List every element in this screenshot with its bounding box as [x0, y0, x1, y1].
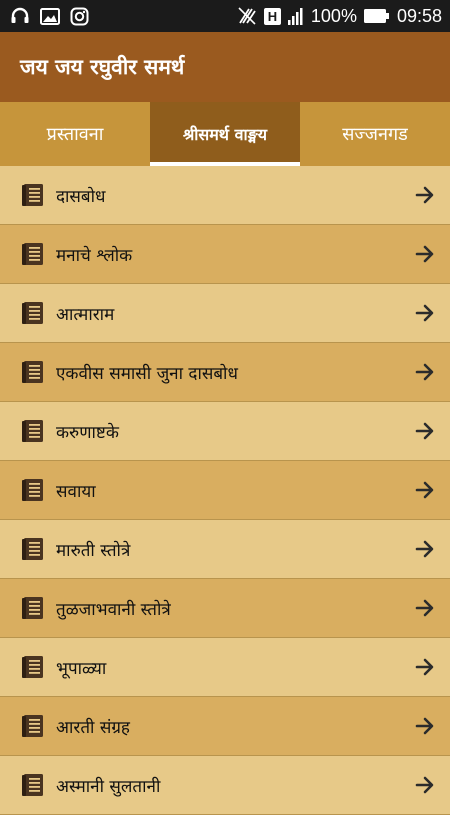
- arrow-right-icon[interactable]: [414, 479, 436, 501]
- arrow-right-icon[interactable]: [414, 774, 436, 796]
- status-bar-left: [10, 7, 89, 26]
- battery-percent: 100%: [310, 5, 357, 26]
- book-icon: [20, 595, 46, 621]
- book-icon: [20, 654, 46, 680]
- book-icon: [20, 418, 46, 444]
- list-item[interactable]: करुणाष्टके: [0, 402, 450, 461]
- tab-prastavana[interactable]: प्रस्तावना: [0, 102, 150, 166]
- image-icon: [40, 7, 60, 25]
- signal-icon: [287, 8, 303, 25]
- arrow-right-icon[interactable]: [414, 656, 436, 678]
- list-item[interactable]: अस्मानी सुलतानी: [0, 756, 450, 815]
- arrow-right-icon[interactable]: [414, 538, 436, 560]
- arrow-right-icon[interactable]: [414, 184, 436, 206]
- list-item-label: करुणाष्टके: [56, 422, 119, 443]
- arrow-right-icon[interactable]: [414, 597, 436, 619]
- status-bar-right: H 100% 09:58: [237, 6, 442, 27]
- headset-icon: [11, 7, 29, 23]
- app-title: जय जय रघुवीर समर्थ: [20, 55, 185, 79]
- status-bar: H 100% 09:58: [0, 0, 450, 32]
- network-h-icon: H: [263, 7, 281, 25]
- battery-icon: [363, 9, 389, 23]
- book-icon: [20, 536, 46, 562]
- arrow-right-icon[interactable]: [414, 361, 436, 383]
- tab-sajjangad[interactable]: सज्जनगड: [300, 102, 450, 166]
- list-item[interactable]: आरती संग्रह: [0, 697, 450, 756]
- arrow-right-icon[interactable]: [414, 302, 436, 324]
- list-item[interactable]: भूपाळ्या: [0, 638, 450, 697]
- list-item[interactable]: आत्माराम: [0, 284, 450, 343]
- list-item[interactable]: मारुती स्तोत्रे: [0, 520, 450, 579]
- arrow-right-icon[interactable]: [414, 420, 436, 442]
- book-icon: [20, 772, 46, 798]
- arrow-right-icon[interactable]: [414, 243, 436, 265]
- clock: 09:58: [396, 5, 442, 26]
- list-item-label: एकवीस समासी जुना दासबोध: [56, 363, 238, 384]
- book-icon: [20, 359, 46, 385]
- instagram-icon: [70, 7, 89, 25]
- book-icon: [20, 182, 46, 208]
- list-item[interactable]: मनाचे श्लोक: [0, 225, 450, 284]
- no-sim-icon: [238, 7, 256, 25]
- book-list: दासबोध मनाचे श्लोक आत्माराम एकवीस समासी जुन…: [0, 166, 450, 815]
- list-item-label: मनाचे श्लोक: [56, 245, 133, 266]
- app-bar: जय जय रघुवीर समर्थ: [0, 32, 450, 102]
- list-item-label: तुळजाभवानी स्तोत्रे: [56, 599, 171, 620]
- list-item[interactable]: एकवीस समासी जुना दासबोध: [0, 343, 450, 402]
- list-item-label: मारुती स्तोत्रे: [56, 540, 131, 561]
- arrow-right-icon[interactable]: [414, 715, 436, 737]
- list-item[interactable]: सवाया: [0, 461, 450, 520]
- list-item[interactable]: दासबोध: [0, 166, 450, 225]
- list-item-label: सवाया: [56, 481, 96, 502]
- list-item-label: अस्मानी सुलतानी: [56, 776, 161, 797]
- book-icon: [20, 713, 46, 739]
- tab-samarth-vangmay[interactable]: श्रीसमर्थ वाङ्मय: [150, 102, 300, 166]
- list-item-label: भूपाळ्या: [56, 658, 107, 679]
- list-item-label: आत्माराम: [56, 304, 115, 325]
- book-icon: [20, 477, 46, 503]
- list-item-label: आरती संग्रह: [56, 717, 130, 738]
- tab-bar: प्रस्तावना श्रीसमर्थ वाङ्मय सज्जनगड: [0, 102, 450, 166]
- book-icon: [20, 241, 46, 267]
- book-icon: [20, 300, 46, 326]
- list-item[interactable]: तुळजाभवानी स्तोत्रे: [0, 579, 450, 638]
- list-item-label: दासबोध: [56, 186, 106, 207]
